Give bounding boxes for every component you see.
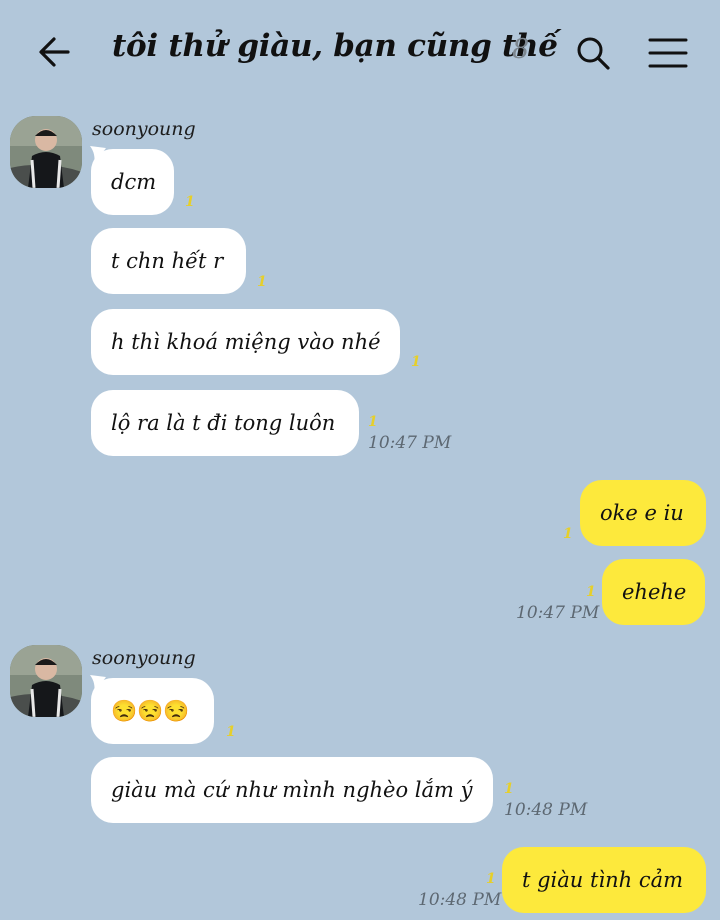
sender-name: soonyoung: [92, 647, 196, 669]
message-bubble[interactable]: giàu mà cứ như mình nghèo lắm ý: [91, 757, 493, 823]
message-text: h thì khoá miệng vào nhé: [111, 330, 381, 354]
message-bubble[interactable]: dcm: [91, 149, 174, 215]
unread-count: 1: [257, 274, 267, 290]
message-bubble[interactable]: t giàu tình cảm: [502, 847, 706, 913]
unread-count: 1: [486, 871, 496, 887]
message-text: t chn hết r: [111, 249, 224, 273]
avatar[interactable]: [10, 116, 82, 188]
unread-count: 1: [226, 724, 236, 740]
message-text: t giàu tình cảm: [522, 868, 684, 892]
message-time: 10:48 PM: [504, 800, 588, 820]
unread-count: 1: [586, 584, 596, 600]
sender-name: soonyoung: [92, 118, 196, 140]
member-count: 8: [512, 34, 530, 65]
message-bubble[interactable]: 😒😒😒: [91, 678, 214, 744]
menu-button[interactable]: [648, 36, 688, 70]
unread-count: 1: [563, 526, 573, 542]
search-icon: [577, 37, 610, 70]
hamburger-menu-icon: [648, 38, 688, 68]
message-bubble[interactable]: t chn hết r: [91, 228, 246, 294]
arrow-left-icon: [39, 37, 70, 67]
profile-photo-icon: [10, 645, 82, 717]
unread-count: 1: [185, 194, 195, 210]
message-text: oke e iu: [600, 501, 684, 525]
message-time: 10:47 PM: [516, 603, 600, 623]
message-bubble[interactable]: ehehe: [602, 559, 705, 625]
emoji-row: 😒😒😒: [111, 698, 190, 723]
profile-photo-icon: [10, 116, 82, 188]
back-button[interactable]: [34, 32, 74, 72]
message-time: 10:48 PM: [418, 890, 502, 910]
chat-title: tôi thử giàu, bạn cũng thế: [112, 28, 558, 64]
message-text: giàu mà cứ như mình nghèo lắm ý: [111, 778, 473, 802]
message-time: 10:47 PM: [368, 433, 452, 453]
message-text: lộ ra là t đi tong luôn: [111, 411, 336, 435]
unread-count: 1: [504, 781, 514, 797]
unread-count: 1: [368, 414, 378, 430]
avatar[interactable]: [10, 645, 82, 717]
search-button[interactable]: [574, 34, 612, 72]
message-text: dcm: [111, 170, 157, 194]
message-bubble[interactable]: oke e iu: [580, 480, 706, 546]
message-bubble[interactable]: h thì khoá miệng vào nhé: [91, 309, 400, 375]
unread-count: 1: [411, 354, 421, 370]
message-bubble[interactable]: lộ ra là t đi tong luôn: [91, 390, 359, 456]
message-text: ehehe: [622, 580, 687, 604]
chat-header: tôi thử giàu, bạn cũng thế 8: [0, 0, 720, 104]
